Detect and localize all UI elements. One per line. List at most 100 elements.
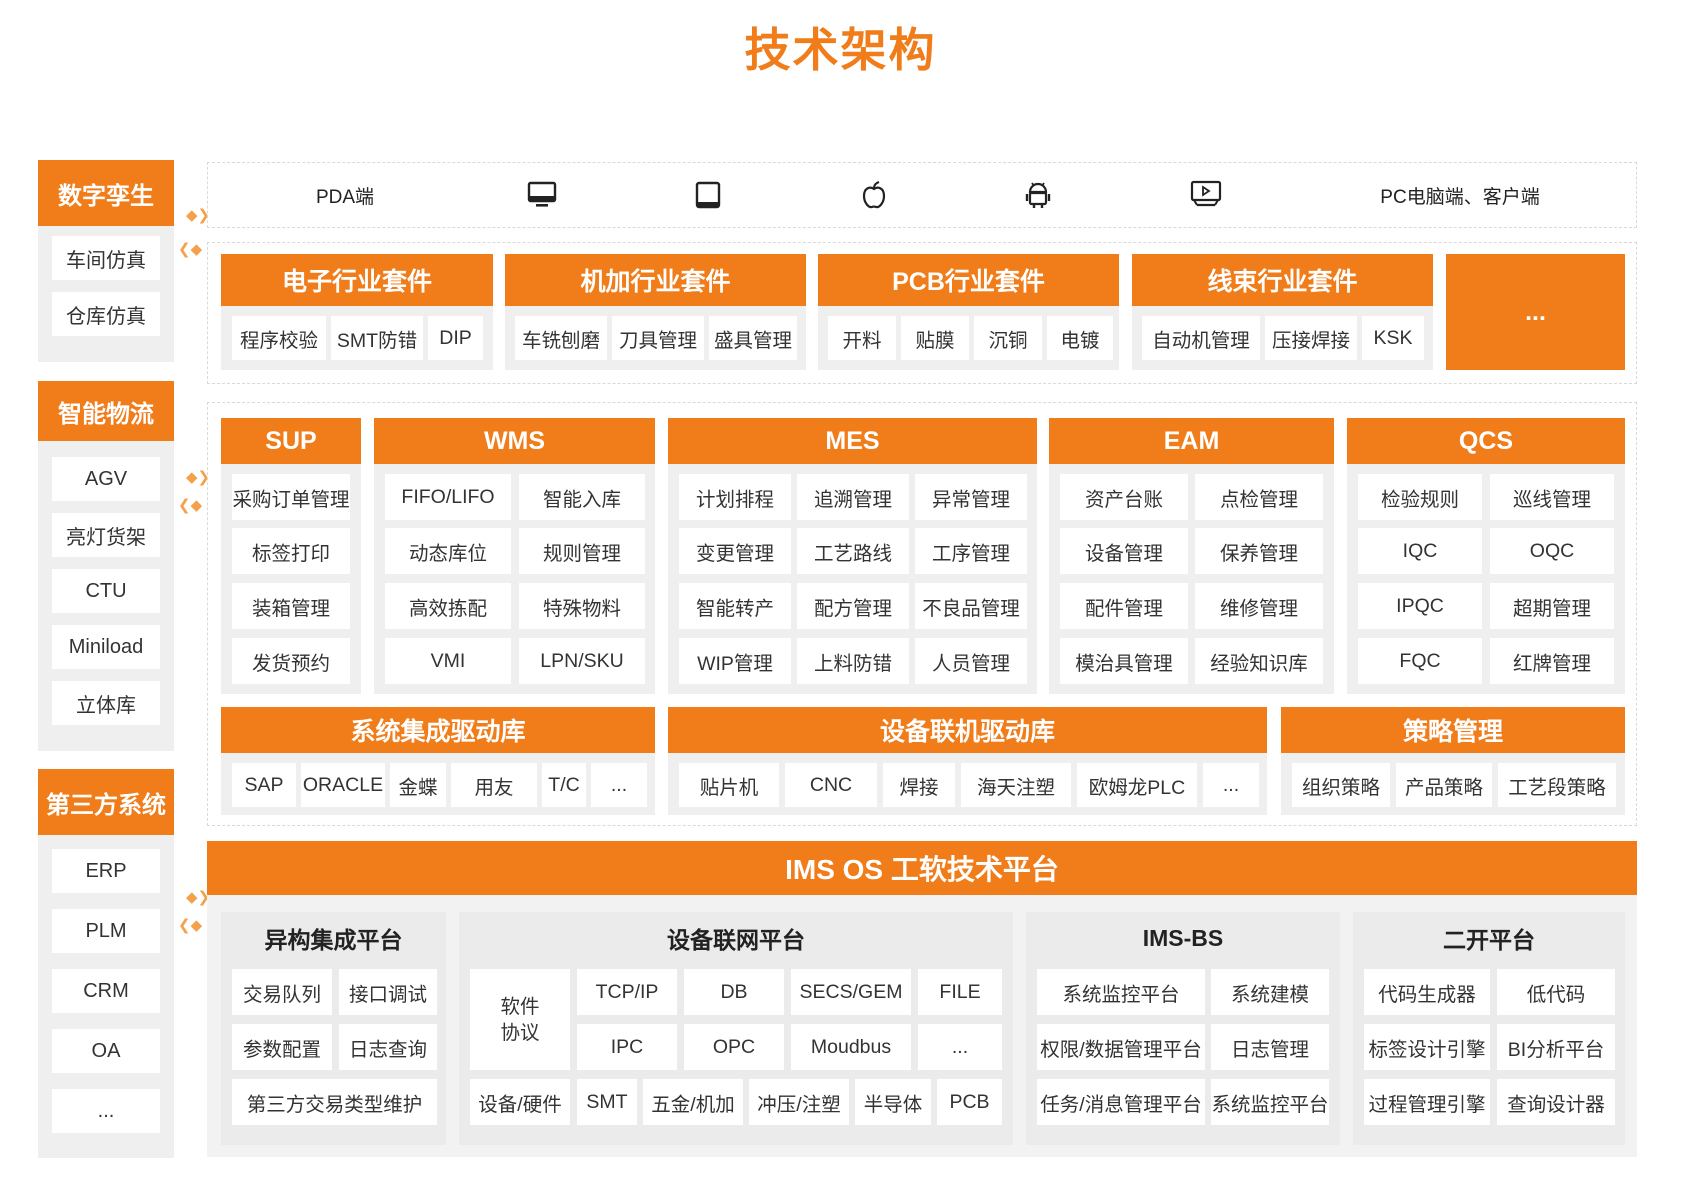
platform-item[interactable]: 系统建模 (1211, 969, 1329, 1015)
module-item[interactable]: 智能转产 (679, 583, 791, 629)
module-item[interactable]: 发货预约 (232, 638, 350, 684)
driver-item[interactable]: 金蝶 (390, 763, 446, 807)
driver-head[interactable]: 策略管理 (1281, 707, 1625, 753)
platform-item[interactable]: 接口调试 (339, 969, 437, 1015)
module-item[interactable]: 检验规则 (1358, 474, 1482, 520)
platform-item[interactable]: 系统监控平台 (1037, 969, 1205, 1015)
left-item[interactable]: OA (52, 1029, 160, 1073)
left-item[interactable]: CRM (52, 969, 160, 1013)
driver-item[interactable]: T/C (542, 763, 586, 807)
left-item[interactable]: 仓库仿真 (52, 292, 160, 336)
module-item[interactable]: 模治具管理 (1060, 638, 1188, 684)
module-head[interactable]: MES (668, 418, 1037, 464)
module-item[interactable]: IPQC (1358, 583, 1482, 629)
kit-item[interactable]: DIP (428, 316, 483, 360)
kit-head[interactable]: 线束行业套件 (1132, 254, 1433, 306)
module-head[interactable]: WMS (374, 418, 655, 464)
driver-item[interactable]: ... (1203, 763, 1259, 807)
module-item[interactable]: 采购订单管理 (232, 474, 350, 520)
module-item[interactable]: 变更管理 (679, 528, 791, 574)
left-item[interactable]: AGV (52, 457, 160, 501)
module-item[interactable]: 工艺路线 (797, 528, 909, 574)
driver-item[interactable]: 用友 (451, 763, 537, 807)
left-item[interactable]: Miniload (52, 625, 160, 669)
module-item[interactable]: 红牌管理 (1490, 638, 1614, 684)
kit-head[interactable]: PCB行业套件 (818, 254, 1119, 306)
hardware-item[interactable]: 五金/机加 (643, 1079, 743, 1125)
module-item[interactable]: 配方管理 (797, 583, 909, 629)
hardware-item[interactable]: SMT (577, 1079, 637, 1125)
module-item[interactable]: 设备管理 (1060, 528, 1188, 574)
module-item[interactable]: 资产台账 (1060, 474, 1188, 520)
module-item[interactable]: 标签打印 (232, 528, 350, 574)
platform-item[interactable]: 标签设计引擎 (1364, 1024, 1490, 1070)
kit-item[interactable]: KSK (1362, 316, 1424, 360)
protocol-item[interactable]: Moudbus (791, 1024, 911, 1070)
module-item[interactable]: 异常管理 (915, 474, 1027, 520)
module-item[interactable]: 保养管理 (1195, 528, 1323, 574)
kit-item[interactable]: 开料 (828, 316, 896, 360)
driver-head[interactable]: 系统集成驱动库 (221, 707, 655, 753)
module-item[interactable]: WIP管理 (679, 638, 791, 684)
module-head[interactable]: EAM (1049, 418, 1334, 464)
driver-item[interactable]: 组织策略 (1292, 763, 1390, 807)
module-item[interactable]: 点检管理 (1195, 474, 1323, 520)
platform-item[interactable]: 过程管理引擎 (1364, 1079, 1490, 1125)
module-item[interactable]: 配件管理 (1060, 583, 1188, 629)
module-item[interactable]: 追溯管理 (797, 474, 909, 520)
platform-item[interactable]: 日志管理 (1211, 1024, 1329, 1070)
platform-item[interactable]: 日志查询 (339, 1024, 437, 1070)
left-item[interactable]: 亮灯货架 (52, 513, 160, 557)
driver-item[interactable]: SAP (232, 763, 296, 807)
kit-item[interactable]: 压接焊接 (1265, 316, 1357, 360)
platform-item[interactable]: 任务/消息管理平台 (1037, 1079, 1205, 1125)
left-item[interactable]: 车间仿真 (52, 236, 160, 280)
module-item[interactable]: LPN/SKU (519, 638, 645, 684)
module-item[interactable]: 智能入库 (519, 474, 645, 520)
module-item[interactable]: 动态库位 (385, 528, 511, 574)
platform-item[interactable]: BI分析平台 (1497, 1024, 1615, 1070)
kit-head[interactable]: 电子行业套件 (221, 254, 493, 306)
platform-item[interactable]: 查询设计器 (1497, 1079, 1615, 1125)
module-item[interactable]: FIFO/LIFO (385, 474, 511, 520)
platform-item[interactable]: 代码生成器 (1364, 969, 1490, 1015)
driver-item[interactable]: ORACLE (301, 763, 385, 807)
protocol-item[interactable]: SECS/GEM (791, 969, 911, 1015)
module-item[interactable]: 特殊物料 (519, 583, 645, 629)
protocol-item[interactable]: FILE (918, 969, 1002, 1015)
left-item[interactable]: ... (52, 1089, 160, 1133)
platform-item[interactable]: 低代码 (1497, 969, 1615, 1015)
platform-item[interactable]: 参数配置 (232, 1024, 332, 1070)
left-item[interactable]: 立体库 (52, 681, 160, 725)
module-item[interactable]: 经验知识库 (1195, 638, 1323, 684)
module-item[interactable]: 装箱管理 (232, 583, 350, 629)
module-head[interactable]: QCS (1347, 418, 1625, 464)
driver-item[interactable]: 海天注塑 (961, 763, 1071, 807)
driver-item[interactable]: 工艺段策略 (1498, 763, 1616, 807)
module-item[interactable]: FQC (1358, 638, 1482, 684)
module-item[interactable]: 维修管理 (1195, 583, 1323, 629)
protocol-item[interactable]: IPC (577, 1024, 677, 1070)
kit-item[interactable]: 贴膜 (901, 316, 969, 360)
kit-item[interactable]: 沉铜 (974, 316, 1042, 360)
kit-item[interactable]: SMT防错 (331, 316, 423, 360)
driver-item[interactable]: 贴片机 (679, 763, 779, 807)
module-item[interactable]: 工序管理 (915, 528, 1027, 574)
protocol-item[interactable]: ... (918, 1024, 1002, 1070)
kit-item[interactable]: 自动机管理 (1142, 316, 1260, 360)
hardware-item[interactable]: PCB (937, 1079, 1002, 1125)
protocol-item[interactable]: OPC (684, 1024, 784, 1070)
module-item[interactable]: 上料防错 (797, 638, 909, 684)
module-item[interactable]: OQC (1490, 528, 1614, 574)
kit-item[interactable]: 电镀 (1047, 316, 1113, 360)
hardware-item[interactable]: 半导体 (855, 1079, 931, 1125)
driver-item[interactable]: 产品策略 (1396, 763, 1492, 807)
module-item[interactable]: 不良品管理 (915, 583, 1027, 629)
module-item[interactable]: 巡线管理 (1490, 474, 1614, 520)
driver-item[interactable]: CNC (785, 763, 877, 807)
kit-item[interactable]: 车铣刨磨 (515, 316, 607, 360)
driver-head[interactable]: 设备联机驱动库 (668, 707, 1267, 753)
platform-item[interactable]: 权限/数据管理平台 (1037, 1024, 1205, 1070)
driver-item[interactable]: 欧姆龙PLC (1077, 763, 1197, 807)
platform-item[interactable]: 系统监控平台 (1211, 1079, 1329, 1125)
